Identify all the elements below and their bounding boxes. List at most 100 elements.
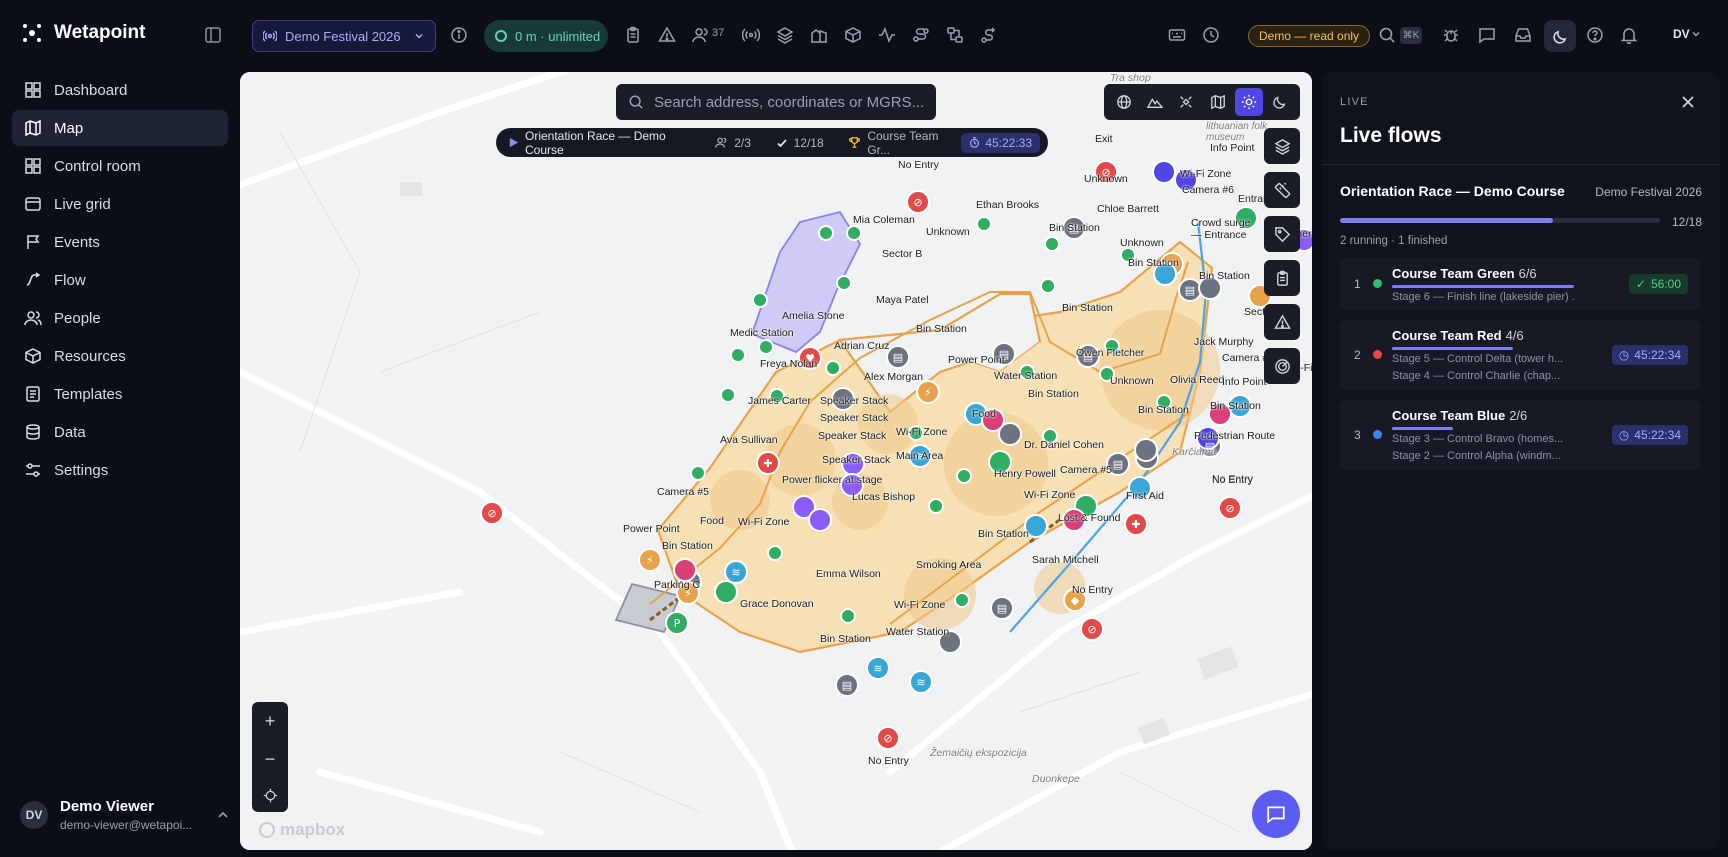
panel-divider — [1322, 164, 1720, 165]
tag-button[interactable] — [1264, 216, 1300, 252]
info-icon[interactable] — [450, 26, 468, 44]
building-icon[interactable] — [810, 26, 828, 44]
workflow-icon[interactable] — [946, 26, 964, 44]
inbox-icon[interactable] — [1514, 26, 1532, 44]
avatar: DV — [20, 801, 48, 829]
map-style-icon[interactable] — [1204, 88, 1232, 116]
radar-button[interactable] — [1264, 348, 1300, 384]
map-label: Bin Station — [1062, 302, 1113, 314]
ruler-button[interactable] — [1264, 172, 1300, 208]
help-icon[interactable] — [1586, 26, 1604, 44]
team-stage: Stage 5 — Control Delta (tower h... — [1392, 353, 1564, 365]
team-row[interactable]: 2 Course Team Red 4/6 Stage 5 — Control D… — [1340, 320, 1700, 390]
nav-item-map[interactable]: Map — [12, 110, 228, 146]
map-label: Info Point — [1222, 376, 1267, 388]
map-search[interactable]: Search address, coordinates or MGRS... — [616, 84, 936, 120]
locate-icon[interactable] — [263, 788, 278, 803]
map-label: Henry Powell — [994, 468, 1056, 480]
settings-icon — [26, 463, 40, 477]
user-menu[interactable]: DV Demo Viewer demo-viewer@wetapoi... — [20, 794, 230, 836]
nav-item-templates[interactable]: Templates — [12, 376, 228, 412]
terrain-icon[interactable] — [1141, 88, 1169, 116]
flow-event: Demo Festival 2026 — [1595, 185, 1702, 199]
svg-text:▤: ▤ — [1113, 458, 1123, 471]
bell-icon[interactable] — [1620, 26, 1638, 44]
sidebar-nav: Dashboard Map Control room Live grid Eve… — [12, 72, 228, 490]
checklist-button[interactable] — [1264, 260, 1300, 296]
team-status-dot — [1373, 430, 1382, 439]
map-label: Alex Morgan — [864, 371, 923, 383]
people-count: 37 — [712, 27, 725, 39]
people-icon[interactable] — [692, 26, 710, 44]
account-avatar[interactable]: DV — [1673, 27, 1690, 41]
flow-status: 2 running · 1 finished — [1340, 235, 1448, 247]
active-route-bar[interactable]: Orientation Race — Demo Course 2/3 12/18… — [496, 128, 1048, 157]
team-row[interactable]: 1 Course Team Green 6/6 Stage 6 — Finish … — [1340, 258, 1700, 310]
map-label: Bin Station — [1210, 400, 1261, 412]
chevron-down-icon[interactable] — [1690, 28, 1702, 40]
zoom-controls: + − — [252, 702, 288, 812]
route-icon[interactable] — [912, 26, 930, 44]
alert-triangle-icon[interactable] — [658, 26, 676, 44]
map-label: Duonkepe — [1032, 773, 1080, 785]
path-icon[interactable] — [980, 26, 998, 44]
mapbox-logo-icon — [258, 821, 276, 839]
clipboard-icon[interactable] — [624, 26, 642, 44]
close-icon[interactable] — [1680, 94, 1696, 110]
mapbox-attribution[interactable]: mapbox — [258, 820, 345, 840]
brand[interactable]: Wetapoint — [22, 22, 145, 44]
sidebar-collapse-icon[interactable] — [204, 26, 222, 44]
team-status-dot — [1373, 279, 1382, 288]
nav-item-live-grid[interactable]: Live grid — [12, 186, 228, 222]
radius-label: 0 m · unlimited — [515, 28, 601, 44]
chat-button[interactable] — [1252, 790, 1300, 838]
event-selector[interactable]: Demo Festival 2026 — [252, 20, 436, 52]
map-canvas[interactable]: ⊘ ⊘ ⊘ ⊘ ⊘ ⊘ ♥ ✚ ✚ ▤ ▤ ▤ ▤ ▤ ▤ ▤ ▤ ▤ ≋ ≋ ≋ ≋ ≋ ⚡ ⚡ ◆ ⚡ P No Ent… — [240, 72, 1312, 850]
search-icon[interactable] — [1378, 26, 1396, 44]
message-icon[interactable] — [1478, 26, 1496, 44]
zoom-in-icon[interactable]: + — [265, 711, 276, 732]
map-label: Bin Station — [1128, 257, 1179, 269]
satellite-icon[interactable] — [1172, 88, 1200, 116]
nav-item-data[interactable]: Data — [12, 414, 228, 450]
radius-pill[interactable]: 0 m · unlimited — [484, 20, 608, 52]
nav-item-resources[interactable]: Resources — [12, 338, 228, 374]
incidents-button[interactable] — [1264, 304, 1300, 340]
nav-item-control-room[interactable]: Control room — [12, 148, 228, 184]
theme-toggle[interactable] — [1544, 20, 1576, 52]
moon-icon[interactable] — [1266, 88, 1294, 116]
keyboard-icon[interactable] — [1168, 26, 1186, 44]
zoom-out-icon[interactable]: − — [265, 749, 276, 770]
map-label: No Entry — [898, 159, 939, 171]
bug-icon[interactable] — [1442, 26, 1460, 44]
event-name: Demo Festival 2026 — [285, 28, 401, 44]
map-label: Bin Station — [978, 528, 1029, 540]
layers-button[interactable] — [1264, 128, 1300, 164]
team-row[interactable]: 3 Course Team Blue 2/6 Stage 3 — Control … — [1340, 400, 1700, 470]
map-label: Parking C — [654, 579, 701, 591]
flow-name[interactable]: Orientation Race — Demo Course — [1340, 183, 1565, 199]
nav-item-people[interactable]: People — [12, 300, 228, 336]
activity-icon[interactable] — [878, 26, 896, 44]
globe-icon[interactable] — [1110, 88, 1138, 116]
map-label: Power Point — [623, 523, 680, 535]
sun-icon[interactable] — [1234, 88, 1263, 116]
layers-icon[interactable] — [776, 26, 794, 44]
team-badge: ✓ 56:00 — [1628, 274, 1688, 294]
nav-label: Map — [54, 119, 84, 137]
signal-icon[interactable] — [742, 26, 760, 44]
ruler-icon — [1274, 181, 1291, 199]
map-background: ⊘⊘ ⊘⊘⊘ ⊘♥✚✚ ▤▤ ▤ ▤▤▤▤▤▤ ≋≋≋≋≋ ⚡⚡◆⚡ P — [240, 72, 1312, 850]
nav-item-dashboard[interactable]: Dashboard — [12, 72, 228, 108]
nav-item-events[interactable]: Events — [12, 224, 228, 260]
map-label: Food — [972, 408, 996, 420]
search-input[interactable]: Search address, coordinates or MGRS... — [654, 94, 924, 111]
panel-tag: LIVE — [1340, 96, 1369, 108]
cube-icon[interactable] — [844, 26, 862, 44]
map-style-toolbar — [1104, 84, 1300, 120]
nav-item-settings[interactable]: Settings — [12, 452, 228, 488]
play-icon[interactable] — [508, 137, 519, 148]
clock-icon[interactable] — [1202, 26, 1220, 44]
nav-item-flow[interactable]: Flow — [12, 262, 228, 298]
map-label: Main Area — [896, 450, 944, 462]
